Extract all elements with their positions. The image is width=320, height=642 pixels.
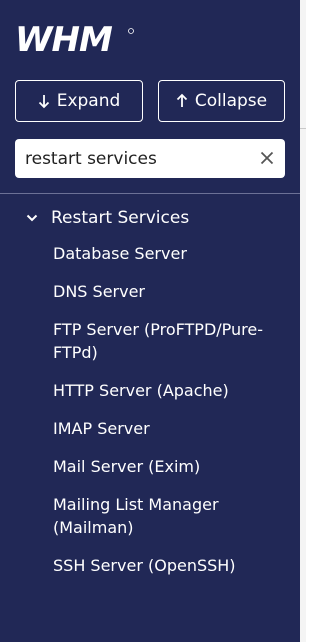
collapse-button[interactable]: Collapse bbox=[158, 80, 285, 122]
expand-label: Expand bbox=[56, 91, 121, 111]
search-input[interactable] bbox=[15, 139, 251, 178]
sidebar: WHM Expand Collapse restart services Res… bbox=[0, 0, 300, 642]
svg-text:WHM: WHM bbox=[15, 22, 113, 58]
nav-section-restart-services[interactable]: Restart Services bbox=[26, 206, 189, 230]
arrow-down-icon bbox=[38, 93, 50, 109]
nav-list: Database Server DNS Server FTP Server (P… bbox=[53, 242, 293, 592]
nav-item-ssh-server[interactable]: SSH Server (OpenSSH) bbox=[53, 554, 293, 577]
nav-section-label: Restart Services bbox=[51, 208, 190, 228]
content-edge bbox=[300, 0, 306, 642]
close-icon[interactable] bbox=[259, 150, 275, 166]
nav-item-imap-server[interactable]: IMAP Server bbox=[53, 417, 293, 440]
whm-logo[interactable]: WHM bbox=[15, 22, 145, 58]
divider bbox=[0, 193, 300, 194]
search-box bbox=[15, 139, 285, 178]
nav-item-mailing-list-manager[interactable]: Mailing List Manager (Mailman) bbox=[53, 493, 293, 539]
content-divider bbox=[300, 128, 306, 129]
arrow-up-icon bbox=[176, 93, 188, 109]
expand-button[interactable]: Expand bbox=[15, 80, 143, 122]
collapse-label: Collapse bbox=[194, 91, 268, 111]
nav-item-dns-server[interactable]: DNS Server bbox=[53, 280, 293, 303]
nav-item-http-server[interactable]: HTTP Server (Apache) bbox=[53, 379, 293, 402]
chevron-down-icon bbox=[26, 213, 38, 223]
nav-item-database-server[interactable]: Database Server bbox=[53, 242, 293, 265]
nav-item-ftp-server[interactable]: FTP Server (ProFTPD/Pure-FTPd) bbox=[53, 318, 293, 364]
nav-item-mail-server[interactable]: Mail Server (Exim) bbox=[53, 455, 293, 478]
